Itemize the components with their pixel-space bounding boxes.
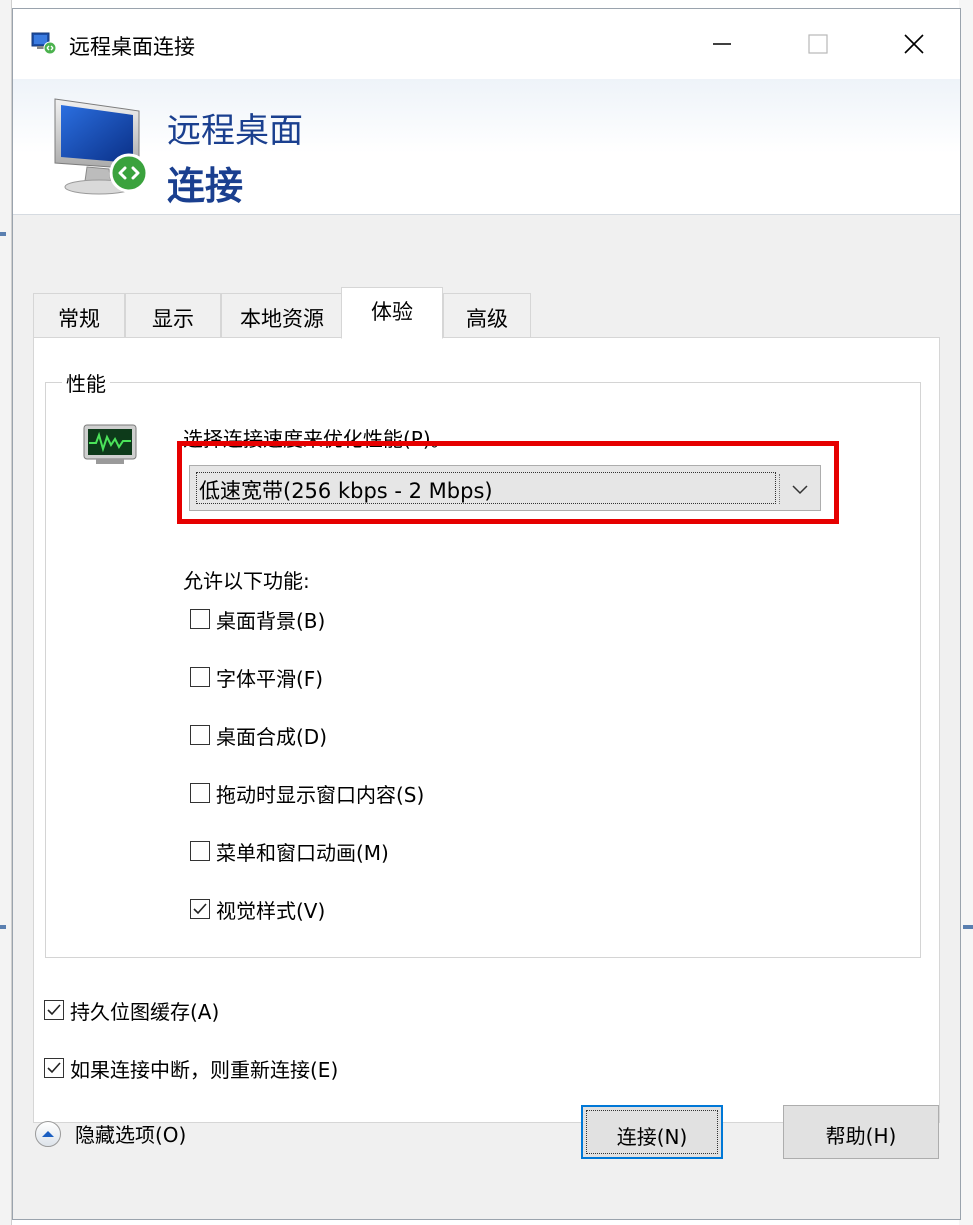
option-checkbox-bitmap-caching[interactable]: 持久位图缓存(A) — [44, 996, 219, 1024]
help-button[interactable]: 帮助(H) — [783, 1105, 939, 1159]
maximize-icon — [808, 34, 828, 54]
checkbox[interactable] — [190, 725, 210, 745]
checkbox-checked[interactable] — [190, 899, 210, 919]
checkbox-checked[interactable] — [44, 1000, 64, 1020]
checkbox-label: 桌面合成(D) — [216, 724, 328, 749]
hide-options-toggle[interactable]: 隐藏选项(O) — [35, 1119, 186, 1148]
tab-display[interactable]: 显示 — [125, 293, 221, 337]
header-banner: 远程桌面 连接 — [13, 79, 960, 215]
checkbox[interactable] — [190, 841, 210, 861]
experience-panel: 性能 选择连接速度来优化性能(P)。 低速宽带(256 kbps - 2 Mbp… — [33, 337, 940, 1123]
connect-button[interactable]: 连接(N) — [581, 1105, 723, 1159]
background-window-right — [959, 0, 973, 1225]
feature-checkbox-show-window-contents[interactable]: 拖动时显示窗口内容(S) — [190, 779, 424, 807]
allow-features-label: 允许以下功能: — [183, 569, 310, 593]
tab-experience[interactable]: 体验 — [341, 287, 443, 339]
maximize-button[interactable] — [770, 9, 866, 79]
title-bar[interactable]: 远程桌面连接 — [13, 9, 960, 79]
chevron-up-icon — [42, 1130, 54, 1137]
help-button-label: 帮助(H) — [825, 1124, 897, 1148]
checkbox[interactable] — [190, 783, 210, 803]
checkbox-label: 字体平滑(F) — [216, 666, 324, 691]
background-mark — [0, 925, 6, 929]
chevron-up-circle-icon[interactable] — [35, 1120, 61, 1147]
background-mark — [963, 925, 973, 929]
performance-group-label: 性能 — [62, 368, 110, 397]
checkbox[interactable] — [190, 609, 210, 629]
banner-title-line2: 连接 — [167, 164, 244, 208]
minimize-button[interactable] — [674, 9, 770, 79]
feature-checkbox-desktop-background[interactable]: 桌面背景(B) — [190, 605, 325, 633]
checkbox-label: 持久位图缓存(A) — [70, 999, 220, 1024]
tab-general[interactable]: 常规 — [33, 293, 125, 337]
checkbox-label: 如果连接中断，则重新连接(E) — [70, 1057, 339, 1082]
tab-local-resources[interactable]: 本地资源 — [221, 293, 343, 337]
feature-checkbox-menu-animation[interactable]: 菜单和窗口动画(M) — [190, 837, 389, 865]
banner-title-line1: 远程桌面 — [167, 111, 303, 151]
checkbox-label: 视觉样式(V) — [216, 898, 326, 923]
hide-options-label: 隐藏选项(O) — [75, 1123, 187, 1147]
background-window-left — [0, 0, 12, 1225]
performance-group: 性能 选择连接速度来优化性能(P)。 低速宽带(256 kbps - 2 Mbp… — [45, 368, 921, 958]
checkbox-label: 菜单和窗口动画(M) — [216, 840, 389, 865]
feature-checkbox-desktop-composition[interactable]: 桌面合成(D) — [190, 721, 327, 749]
minimize-icon — [713, 43, 731, 45]
checkmark-icon — [47, 1004, 61, 1016]
focus-rectangle — [586, 1110, 718, 1154]
checkbox-label: 拖动时显示窗口内容(S) — [216, 782, 425, 807]
tab-advanced[interactable]: 高级 — [443, 293, 531, 337]
checkbox-checked[interactable] — [44, 1058, 64, 1078]
checkmark-icon — [47, 1062, 61, 1074]
remote-desktop-app-icon — [31, 32, 57, 55]
checkmark-icon — [193, 903, 207, 915]
window-title: 远程桌面连接 — [69, 35, 195, 59]
performance-monitor-icon — [83, 424, 137, 464]
feature-checkbox-font-smoothing[interactable]: 字体平滑(F) — [190, 663, 323, 691]
checkbox[interactable] — [190, 667, 210, 687]
monitor-connection-icon — [54, 98, 149, 195]
remote-desktop-window: 远程桌面连接 远程桌面 连接 常规 显示 本地资源 体验 高级 性能 选择连接速… — [12, 8, 961, 1220]
feature-checkbox-visual-styles[interactable]: 视觉样式(V) — [190, 895, 325, 923]
close-icon — [904, 34, 924, 54]
option-checkbox-reconnect[interactable]: 如果连接中断，则重新连接(E) — [44, 1054, 338, 1082]
background-mark — [0, 232, 6, 236]
red-highlight-box — [177, 441, 839, 524]
close-button[interactable] — [866, 9, 962, 79]
checkbox-label: 桌面背景(B) — [216, 608, 326, 633]
